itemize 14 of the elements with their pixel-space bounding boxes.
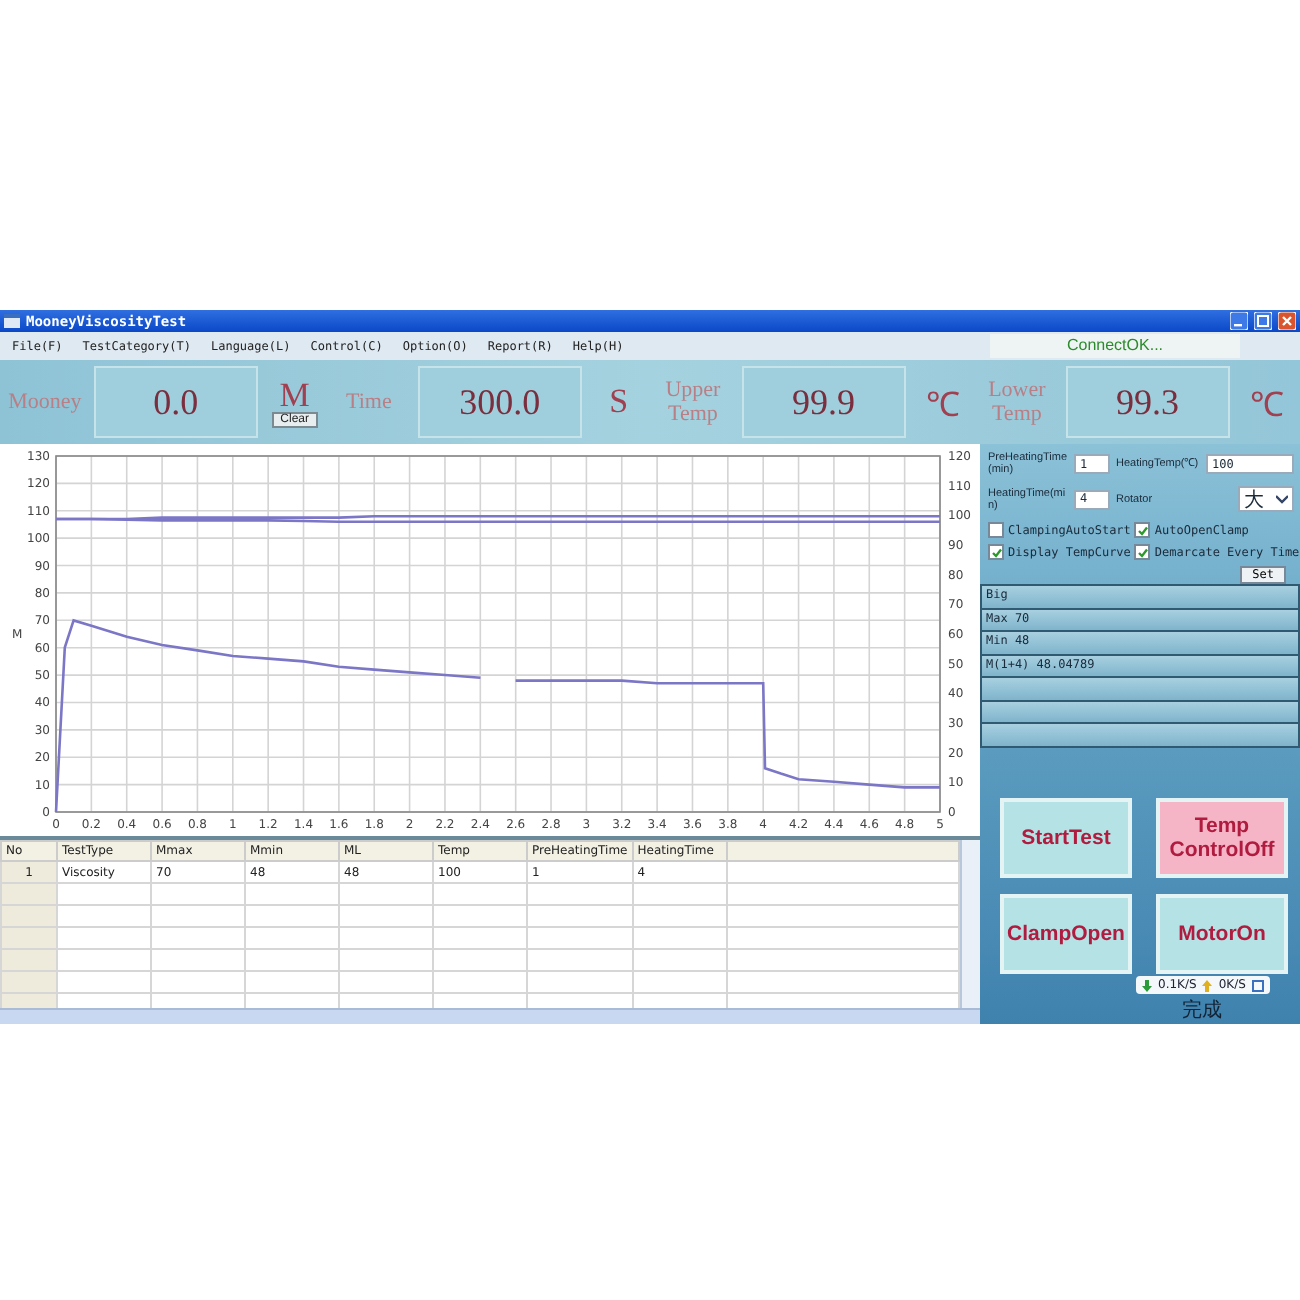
unit-label: ℃	[925, 383, 960, 425]
readout-value: 99.9	[741, 366, 906, 438]
readout-value: 0.0	[93, 366, 258, 438]
readout-label: Time	[344, 390, 394, 414]
connection-status: ConnectOK...	[990, 334, 1240, 358]
unit-label: M	[279, 376, 310, 414]
status-text: 完成	[1180, 997, 1224, 1024]
unit-label: ℃	[1249, 383, 1284, 425]
readout-value: 99.3	[1065, 366, 1230, 438]
readout-label: Mooney	[8, 390, 82, 414]
unit-label: S	[609, 382, 629, 422]
readout-label: Lower Temp	[986, 378, 1048, 426]
readout-value: 300.0	[417, 366, 582, 438]
readout-label: Upper Temp	[663, 378, 723, 426]
